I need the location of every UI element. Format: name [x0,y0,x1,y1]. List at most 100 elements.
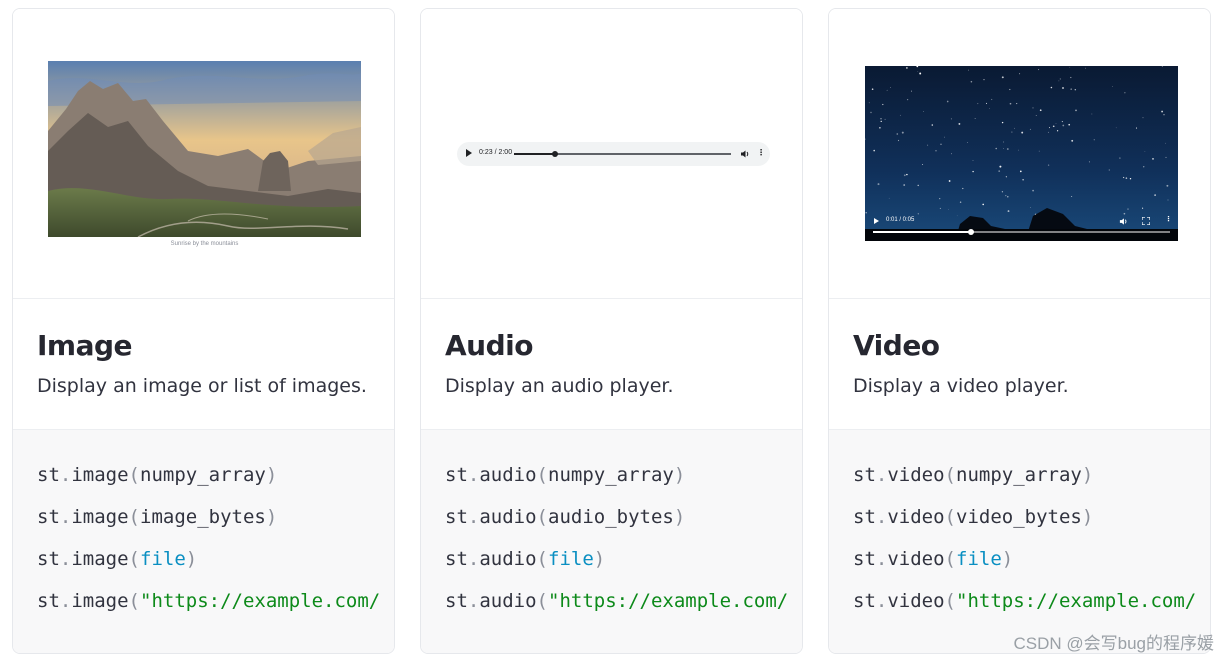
star [1069,66,1071,68]
image-card[interactable]: Sunrise by the mountains Image Display a… [12,8,395,654]
star [1142,207,1144,209]
card-description: Display an audio player. [445,375,674,397]
audio-progress-bar[interactable] [514,151,731,157]
star [1009,102,1012,105]
star [1108,169,1110,171]
code-line: st.image(numpy_array) [37,464,278,486]
star [919,72,922,75]
star [991,98,993,101]
star [1029,128,1031,130]
audio-card[interactable]: 0:23 / 2:00 ⋮ Audio Display an audio pla… [420,8,803,654]
star [903,184,906,186]
code-line: st.video(video_bytes) [853,506,1094,528]
code-snippet: st.image(numpy_array) st.image(image_byt… [13,429,394,653]
star [1142,117,1144,119]
star [944,136,945,138]
star [1111,86,1113,87]
audio-time: 0:23 / 2:00 [479,149,513,156]
star [1164,142,1166,144]
star [1005,176,1007,178]
star [1019,170,1022,173]
video-time: 0:01 / 0:05 [886,217,915,223]
star [882,103,884,106]
star [906,67,908,69]
audio-player[interactable]: 0:23 / 2:00 ⋮ [457,142,770,166]
star [1152,158,1154,160]
code-line: st.video("https://example.com/ [853,590,1197,612]
star [884,118,886,120]
star [1047,131,1049,133]
star [1011,131,1013,133]
star [977,103,979,105]
star [1071,195,1073,197]
star [959,201,962,203]
star [1122,176,1125,179]
video-card[interactable]: 0:01 / 0:05 ⋮ Video Display a video play… [828,8,1211,654]
more-options-icon[interactable]: ⋮ [1165,216,1172,223]
card-info: Image Display an image or list of images… [13,299,394,429]
star [1154,194,1156,196]
card-info: Audio Display an audio player. [421,299,802,429]
star [1032,107,1034,109]
star [1091,113,1093,115]
star [998,170,1001,172]
star [888,197,890,199]
star [1124,92,1126,94]
audio-progress-fill [514,153,556,155]
star [948,180,951,182]
star [1163,114,1165,116]
code-line: st.image(image_bytes) [37,506,278,528]
star [1070,76,1072,79]
star [896,133,899,135]
star [1006,148,1009,150]
star [1047,164,1050,166]
star [901,131,904,134]
play-icon[interactable] [874,218,879,224]
code-line: st.audio("https://example.com/ [445,590,789,612]
volume-icon[interactable] [740,149,750,159]
code-line: st.audio(file) [445,548,606,570]
video-scrubber[interactable] [968,229,974,235]
video-progress-bar[interactable] [873,229,1170,235]
star [1007,196,1009,198]
star [1088,161,1090,163]
image-preview: Sunrise by the mountains [13,9,394,299]
play-icon[interactable] [466,149,472,157]
star [1059,78,1061,80]
watermark: CSDN @会写bug的程序媛 [1013,634,1214,653]
card-title: Image [37,329,133,362]
star [871,88,874,90]
star [886,89,888,91]
star [972,160,974,161]
star [1029,207,1031,208]
more-options-icon[interactable]: ⋮ [757,149,765,157]
code-line: st.video(numpy_array) [853,464,1094,486]
star [1144,150,1146,152]
video-preview: 0:01 / 0:05 ⋮ [829,9,1210,299]
star [1035,115,1037,117]
volume-icon[interactable] [1119,217,1128,226]
star [939,197,941,200]
fullscreen-icon[interactable] [1142,217,1150,225]
star [1135,127,1138,129]
star [931,124,934,126]
star [1039,109,1042,112]
video-controls: 0:01 / 0:05 ⋮ [865,211,1178,241]
star [1022,179,1024,181]
star [922,164,924,166]
star [982,203,985,206]
star [951,153,952,155]
audio-preview: 0:23 / 2:00 ⋮ [421,9,802,299]
star [940,143,942,145]
card-description: Display a video player. [853,375,1069,397]
star [1167,199,1169,201]
audio-scrubber[interactable] [552,151,559,157]
card-info: Video Display a video player. [829,299,1210,429]
star [1062,87,1064,89]
star [890,87,891,88]
star [1001,121,1004,124]
video-player[interactable]: 0:01 / 0:05 ⋮ [865,66,1178,241]
star [989,108,990,109]
star [899,114,901,116]
star [880,120,882,123]
